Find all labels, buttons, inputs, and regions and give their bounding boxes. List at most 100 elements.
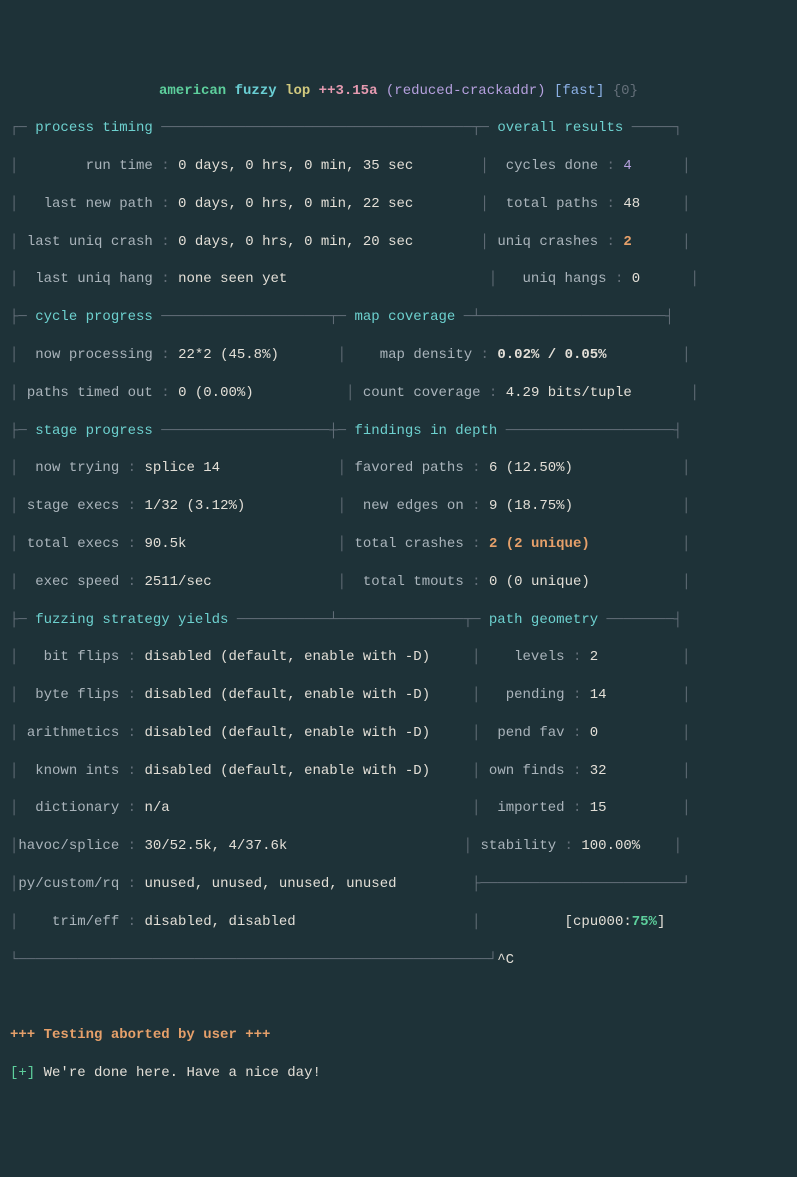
done-prefix: [+]: [10, 1065, 35, 1081]
value-last-new-path: 0 days, 0 hrs, 0 min, 22 sec: [178, 196, 413, 212]
value-now-processing: 22*2 (45.8%): [178, 347, 279, 363]
section-path-geometry: path geometry: [489, 612, 598, 628]
label-exec-speed: exec speed: [35, 574, 119, 590]
label-havoc-splice: havoc/splice: [18, 838, 119, 854]
box-sep1: ├─ cycle progress ────────────────────┬─…: [10, 308, 787, 327]
row-now-trying: │ now trying : splice 14 │ favored paths…: [10, 459, 787, 478]
value-bit-flips: disabled (default, enable with -D): [144, 649, 430, 665]
title-target: (reduced-crackaddr): [386, 83, 546, 99]
label-levels: levels: [514, 649, 564, 665]
box-sep2: ├─ stage progress ────────────────────┼─…: [10, 422, 787, 441]
row-dictionary: │ dictionary : n/a │ imported : 15 │: [10, 799, 787, 818]
label-bit-flips: bit flips: [44, 649, 120, 665]
value-stage-execs: 1/32 (3.12%): [144, 498, 245, 514]
label-map-density: map density: [380, 347, 472, 363]
done-row: [+] We're done here. Have a nice day!: [10, 1064, 787, 1083]
row-last-new-path: │ last new path : 0 days, 0 hrs, 0 min, …: [10, 195, 787, 214]
value-pending: 14: [590, 687, 607, 703]
label-now-processing: now processing: [35, 347, 153, 363]
value-uniq-crashes: 2: [623, 234, 631, 250]
row-last-uniq-crash: │ last uniq crash : 0 days, 0 hrs, 0 min…: [10, 233, 787, 252]
label-arithmetics: arithmetics: [27, 725, 119, 741]
value-exec-speed: 2511/sec: [144, 574, 211, 590]
label-stability: stability: [481, 838, 557, 854]
value-levels: 2: [590, 649, 598, 665]
value-now-trying: splice 14: [144, 460, 220, 476]
box-bottom: └───────────────────────────────────────…: [10, 951, 787, 970]
value-trim-eff: disabled, disabled: [144, 914, 295, 930]
row-run-time: │ run time : 0 days, 0 hrs, 0 min, 35 se…: [10, 157, 787, 176]
label-pending: pending: [506, 687, 565, 703]
label-run-time: run time: [86, 158, 153, 174]
title-mode: [fast]: [554, 83, 604, 99]
section-process-timing: process timing: [35, 120, 153, 136]
value-count-coverage: 4.29 bits/tuple: [506, 385, 632, 401]
label-cycles-done: cycles done: [506, 158, 598, 174]
abort-msg: Testing aborted by user +++: [44, 1027, 271, 1043]
cpu-value: 75%: [632, 914, 657, 930]
value-run-time: 0 days, 0 hrs, 0 min, 35 sec: [178, 158, 413, 174]
box-sep3: ├─ fuzzing strategy yields ───────────┴─…: [10, 611, 787, 630]
label-total-crashes: total crashes: [355, 536, 464, 552]
title-bar: american fuzzy lop ++3.15a (reduced-crac…: [10, 82, 787, 101]
value-total-execs: 90.5k: [144, 536, 186, 552]
cpu-label: cpu000:: [573, 914, 632, 930]
value-map-density: 0.02% / 0.05%: [497, 347, 606, 363]
label-known-ints: known ints: [35, 763, 119, 779]
label-favored-paths: favored paths: [355, 460, 464, 476]
label-trim-eff: trim/eff: [52, 914, 119, 930]
value-last-uniq-crash: 0 days, 0 hrs, 0 min, 20 sec: [178, 234, 413, 250]
title-instance: {0}: [613, 83, 638, 99]
value-known-ints: disabled (default, enable with -D): [144, 763, 430, 779]
value-favored-paths: 6 (12.50%): [489, 460, 573, 476]
title-word3: lop: [285, 83, 310, 99]
row-stage-execs: │ stage execs : 1/32 (3.12%) │ new edges…: [10, 497, 787, 516]
abort-row: +++ Testing aborted by user +++: [10, 1026, 787, 1045]
label-imported: imported: [497, 800, 564, 816]
label-last-uniq-hang: last uniq hang: [35, 271, 153, 287]
row-paths-timed-out: │ paths timed out : 0 (0.00%) │ count co…: [10, 384, 787, 403]
box-top: ┌─ process timing ──────────────────────…: [10, 119, 787, 138]
title-version: ++3.15a: [319, 83, 378, 99]
value-byte-flips: disabled (default, enable with -D): [144, 687, 430, 703]
label-total-tmouts: total tmouts: [363, 574, 464, 590]
label-own-finds: own finds: [489, 763, 565, 779]
section-fuzzing-strategy-yields: fuzzing strategy yields: [35, 612, 228, 628]
interrupt-text: ^C: [497, 952, 514, 968]
label-uniq-hangs: uniq hangs: [523, 271, 607, 287]
row-havoc-splice: │havoc/splice : 30/52.5k, 4/37.6k │ stab…: [10, 837, 787, 856]
section-overall-results: overall results: [497, 120, 623, 136]
label-dictionary: dictionary: [35, 800, 119, 816]
label-last-new-path: last new path: [44, 196, 153, 212]
value-total-paths: 48: [623, 196, 640, 212]
row-trim-eff: │ trim/eff : disabled, disabled │ [cpu00…: [10, 913, 787, 932]
row-total-execs: │ total execs : 90.5k │ total crashes : …: [10, 535, 787, 554]
value-dictionary: n/a: [144, 800, 169, 816]
blank-row: [10, 988, 787, 1007]
label-pend-fav: pend fav: [497, 725, 564, 741]
row-arithmetics: │ arithmetics : disabled (default, enabl…: [10, 724, 787, 743]
row-py-custom-rq: │py/custom/rq : unused, unused, unused, …: [10, 875, 787, 894]
section-stage-progress: stage progress: [35, 423, 153, 439]
title-word2: fuzzy: [235, 83, 277, 99]
row-bit-flips: │ bit flips : disabled (default, enable …: [10, 648, 787, 667]
row-last-uniq-hang: │ last uniq hang : none seen yet │ uniq …: [10, 270, 787, 289]
value-uniq-hangs: 0: [632, 271, 640, 287]
label-byte-flips: byte flips: [35, 687, 119, 703]
row-known-ints: │ known ints : disabled (default, enable…: [10, 762, 787, 781]
value-havoc-splice: 30/52.5k, 4/37.6k: [144, 838, 287, 854]
label-total-paths: total paths: [506, 196, 598, 212]
label-now-trying: now trying: [35, 460, 119, 476]
value-pend-fav: 0: [590, 725, 598, 741]
value-last-uniq-hang: none seen yet: [178, 271, 287, 287]
value-cycles-done: 4: [623, 158, 631, 174]
abort-prefix: +++: [10, 1027, 44, 1043]
section-cycle-progress: cycle progress: [35, 309, 153, 325]
label-py-custom-rq: py/custom/rq: [18, 876, 119, 892]
value-paths-timed-out: 0 (0.00%): [178, 385, 254, 401]
row-exec-speed: │ exec speed : 2511/sec │ total tmouts :…: [10, 573, 787, 592]
value-total-crashes: 2 (2 unique): [489, 536, 590, 552]
label-count-coverage: count coverage: [363, 385, 481, 401]
section-map-coverage: map coverage: [354, 309, 455, 325]
done-msg: We're done here. Have a nice day!: [35, 1065, 321, 1081]
